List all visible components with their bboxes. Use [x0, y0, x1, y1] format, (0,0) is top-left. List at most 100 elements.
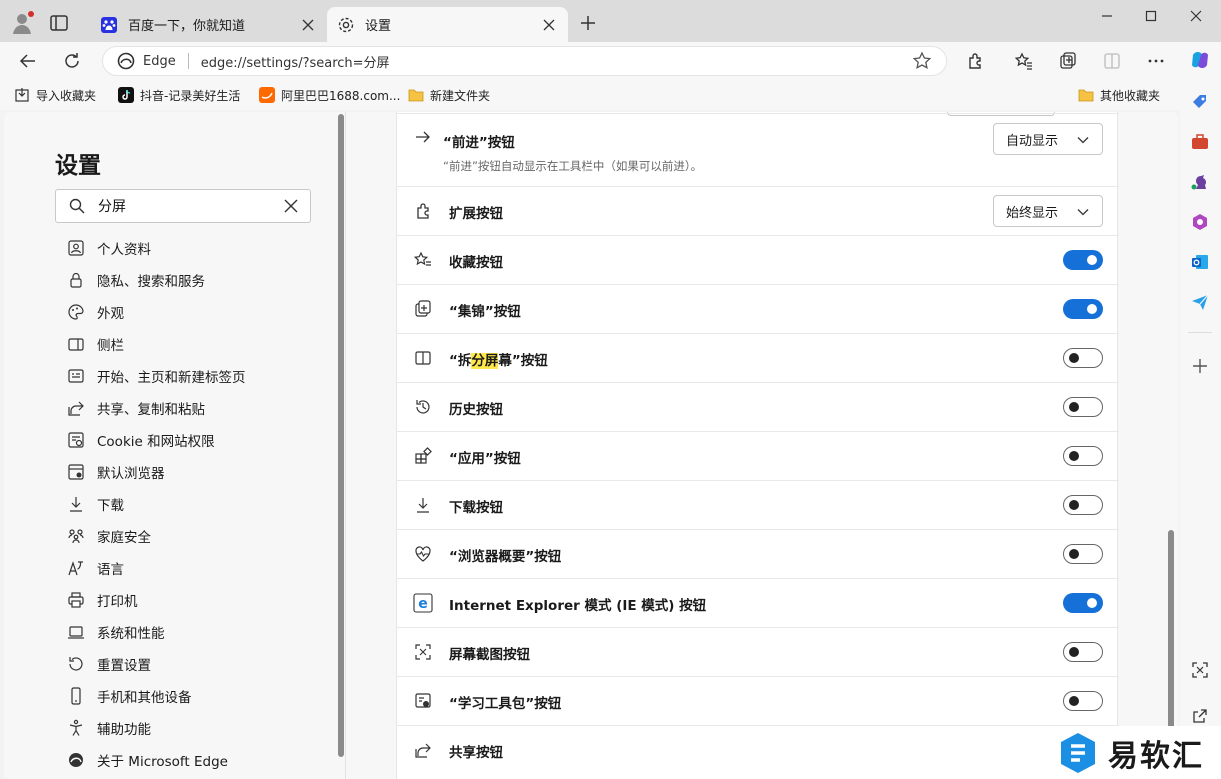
nav-printers[interactable]: 打印机 — [55, 584, 325, 616]
search-icon — [69, 198, 85, 214]
tools-icon[interactable] — [1188, 130, 1212, 154]
outlook-icon[interactable] — [1188, 250, 1212, 274]
forward-visibility-dropdown[interactable]: 自动显示 — [993, 123, 1103, 155]
more-menu-icon[interactable] — [1144, 49, 1168, 73]
close-icon[interactable] — [299, 16, 317, 34]
tab-strip: 百度一下，你就知道 设置 — [0, 0, 1221, 42]
copilot-icon[interactable] — [1188, 48, 1212, 72]
extensions-visibility-dropdown[interactable]: 始终显示 — [993, 195, 1103, 227]
nav-system[interactable]: 系统和性能 — [55, 616, 325, 648]
edge-icon — [67, 751, 85, 769]
nav-appearance[interactable]: 外观 — [55, 296, 325, 328]
nav-sidebar[interactable]: 侧栏 — [55, 328, 325, 360]
bookmark-douyin[interactable]: 抖音-记录美好生活 — [118, 86, 240, 104]
tab-actions-icon[interactable] — [48, 12, 70, 34]
bookmark-new-folder[interactable]: 新建文件夹 — [408, 86, 490, 104]
tab-baidu[interactable]: 百度一下，你就知道 — [90, 7, 327, 42]
microsoft365-icon[interactable] — [1188, 210, 1212, 234]
row-split-screen-button: “拆分屏幕”按钮 — [397, 333, 1119, 382]
row-history-button: 历史按钮 — [397, 382, 1119, 431]
nav-privacy[interactable]: 隐私、搜索和服务 — [55, 264, 325, 296]
toolbar: Edge edge://settings/?search=分屏 — [0, 42, 1221, 80]
collections-icon[interactable] — [1056, 49, 1080, 73]
nav-family[interactable]: 家庭安全 — [55, 520, 325, 552]
nav-start-home[interactable]: 开始、主页和新建标签页 — [55, 360, 325, 392]
history-toggle[interactable] — [1063, 397, 1103, 417]
page-title: 设置 — [55, 153, 101, 179]
row-ie-mode-button: e Internet Explorer 模式 (IE 模式) 按钮 — [397, 578, 1119, 627]
bookmark-label: 其他收藏夹 — [1100, 88, 1161, 103]
edge-icon — [117, 52, 135, 70]
apps-toggle[interactable] — [1063, 446, 1103, 466]
family-icon — [67, 527, 85, 545]
history-icon — [413, 397, 433, 417]
new-tab-button[interactable] — [577, 12, 599, 34]
extensions-icon — [413, 201, 433, 221]
games-icon[interactable] — [1188, 170, 1212, 194]
downloads-toggle[interactable] — [1063, 495, 1103, 515]
address-label: Edge — [143, 53, 176, 69]
settings-page: 设置 个人资料 隐私、搜索和服务 外观 侧栏 — [4, 112, 1178, 779]
nav-share-copy[interactable]: 共享、复制和粘贴 — [55, 392, 325, 424]
toggle-knob — [1087, 255, 1097, 265]
close-window-button[interactable] — [1173, 4, 1219, 28]
bookmark-other-folder[interactable]: 其他收藏夹 — [1078, 86, 1160, 104]
nav-phone[interactable]: 手机和其他设备 — [55, 680, 325, 712]
search-input[interactable] — [98, 198, 278, 214]
extensions-icon[interactable] — [963, 49, 987, 73]
dropdown-value: 始终显示 — [1006, 205, 1059, 221]
nav-accessibility[interactable]: 辅助功能 — [55, 712, 325, 744]
nav-default-browser[interactable]: 默认浏览器 — [55, 456, 325, 488]
favorites-toggle[interactable] — [1063, 250, 1103, 270]
maximize-button[interactable] — [1128, 4, 1174, 28]
close-icon[interactable] — [540, 16, 558, 34]
collections-toggle[interactable] — [1063, 299, 1103, 319]
screenshot-icon[interactable] — [1188, 658, 1212, 682]
profile-avatar[interactable] — [10, 10, 36, 36]
nav-reset[interactable]: 重置设置 — [55, 648, 325, 680]
nav-language[interactable]: 语言 — [55, 552, 325, 584]
bookmark-import[interactable]: 导入收藏夹 — [14, 86, 96, 104]
row-screenshot-button: 屏幕截图按钮 — [397, 627, 1119, 676]
scrollbar-thumb[interactable] — [338, 114, 344, 757]
shopping-tag-icon[interactable] — [1188, 90, 1212, 114]
clear-icon[interactable] — [282, 197, 300, 215]
split-screen-icon — [413, 348, 433, 368]
open-external-icon[interactable] — [1188, 704, 1212, 728]
screenshot-toggle[interactable] — [1063, 642, 1103, 662]
add-icon[interactable] — [1188, 354, 1212, 378]
address-bar[interactable]: Edge edge://settings/?search=分屏 — [102, 46, 947, 76]
nav-profile[interactable]: 个人资料 — [55, 232, 325, 264]
url-text[interactable]: edge://settings/?search=分屏 — [201, 52, 912, 71]
learning-toolkit-toggle[interactable] — [1063, 691, 1103, 711]
settings-content: “前进”按钮 “前进”按钮自动显示在工具栏中（如果可以前进）。 自动显示 扩展按… — [346, 112, 1178, 779]
favorite-star-icon[interactable] — [912, 51, 932, 71]
content-scrollbar[interactable] — [1166, 112, 1178, 779]
row-label: 屏幕截图按钮 — [449, 647, 530, 663]
back-button[interactable] — [16, 49, 40, 73]
row-label: “应用”按钮 — [449, 451, 521, 467]
toggle-knob — [1069, 451, 1079, 461]
ie-icon: e — [413, 593, 433, 613]
minimize-button[interactable] — [1084, 4, 1130, 28]
send-icon[interactable] — [1188, 290, 1212, 314]
split-screen-toggle[interactable] — [1063, 348, 1103, 368]
refresh-button[interactable] — [60, 49, 84, 73]
nav-about[interactable]: 关于 Microsoft Edge — [55, 744, 325, 776]
nav-downloads[interactable]: 下载 — [55, 488, 325, 520]
split-screen-icon[interactable] — [1100, 49, 1124, 73]
phone-icon — [67, 687, 85, 705]
tab-settings[interactable]: 设置 — [327, 7, 568, 42]
download-icon — [413, 495, 433, 515]
sidebar-scrollbar[interactable] — [337, 112, 345, 757]
row-label: Internet Explorer 模式 (IE 模式) 按钮 — [449, 598, 707, 614]
bookmark-alibaba[interactable]: 阿里巴巴1688.com... — [259, 86, 400, 104]
nav-cookies[interactable]: Cookie 和网站权限 — [55, 424, 325, 456]
ie-mode-toggle[interactable] — [1063, 593, 1103, 613]
favorites-icon[interactable] — [1012, 49, 1036, 73]
settings-search[interactable] — [55, 189, 311, 223]
toggle-knob — [1069, 647, 1079, 657]
sidebar-rail — [1180, 42, 1221, 779]
essentials-toggle[interactable] — [1063, 544, 1103, 564]
bookmark-label: 阿里巴巴1688.com... — [281, 88, 401, 103]
